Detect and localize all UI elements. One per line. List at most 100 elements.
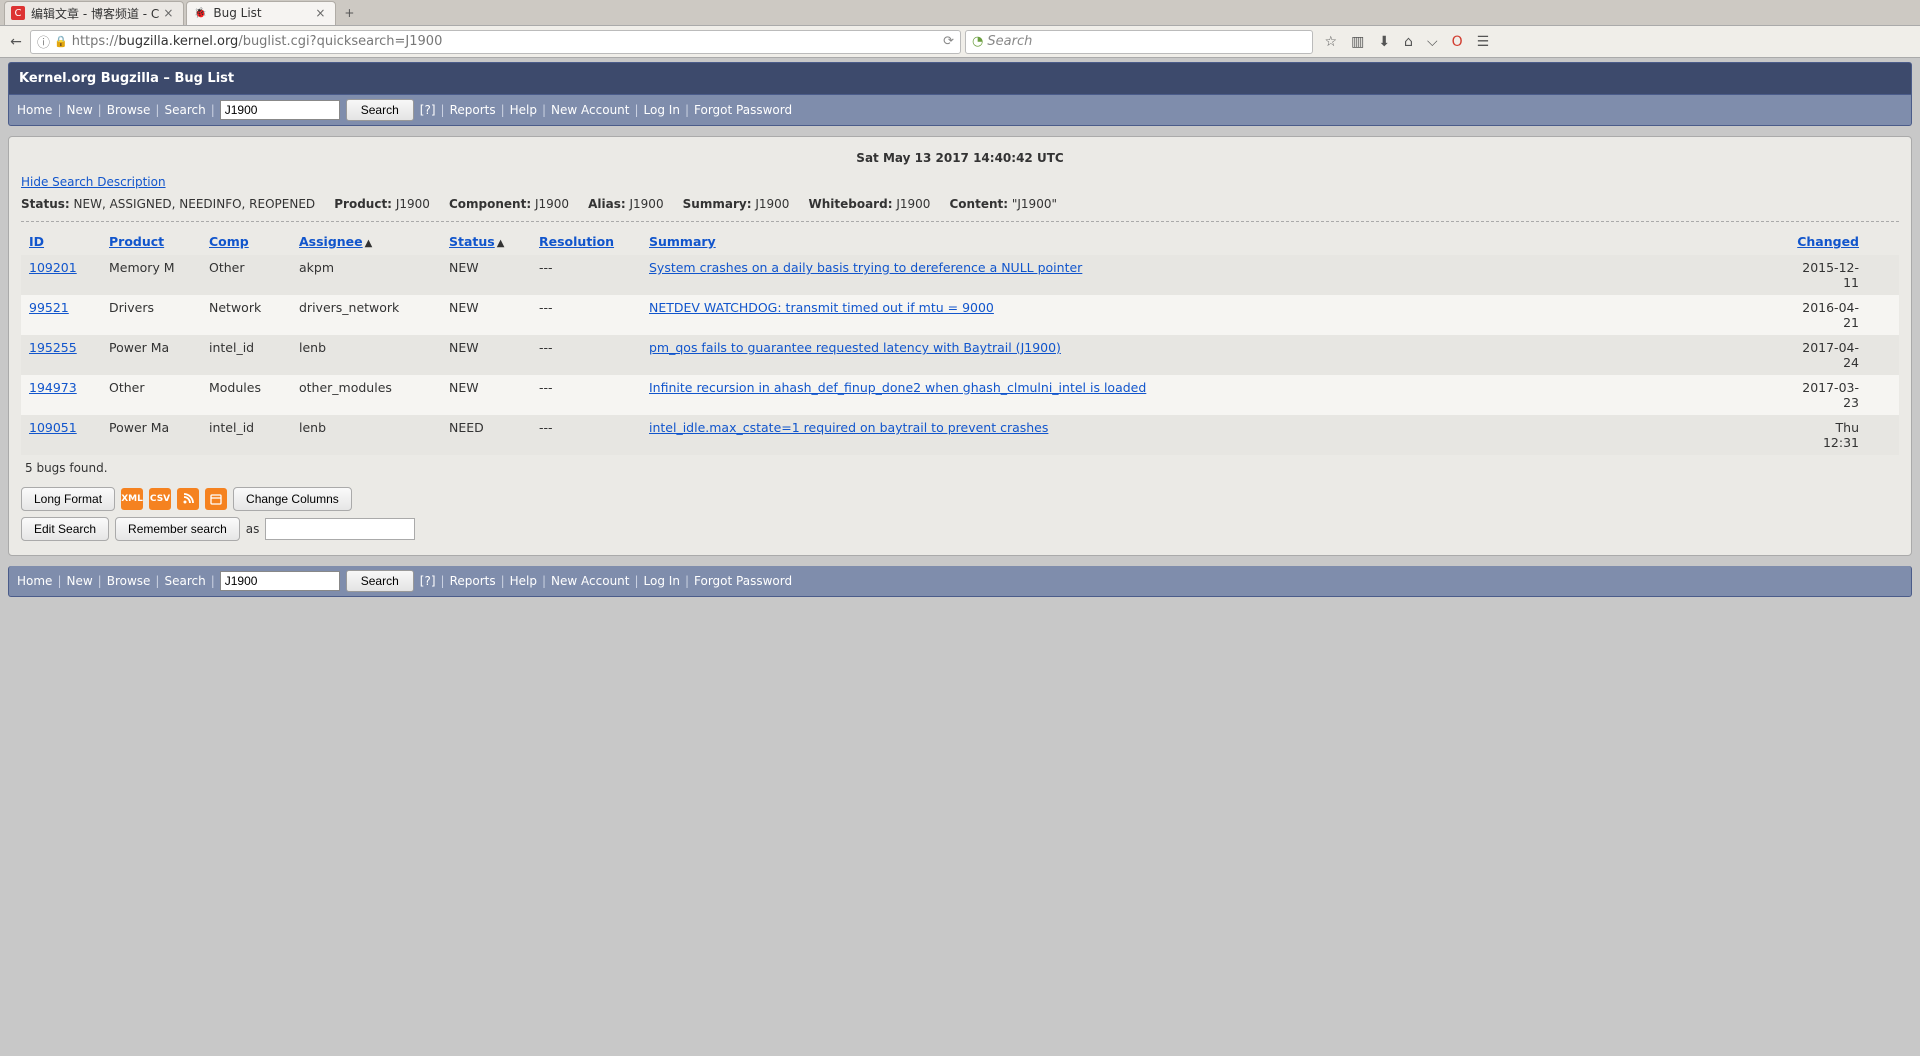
quicksearch-input[interactable] [220, 100, 340, 120]
cell-comp: Other [201, 255, 291, 295]
as-label: as [246, 522, 260, 536]
bookmark-star-icon[interactable]: ☆ [1325, 34, 1338, 50]
cell-comp: Modules [201, 375, 291, 415]
bnav-login[interactable]: Log In [644, 574, 680, 588]
col-id[interactable]: ID [21, 228, 101, 255]
tab-1-close-icon[interactable]: × [311, 6, 329, 20]
cell-status: NEED [441, 415, 531, 455]
bnav-home[interactable]: Home [17, 574, 52, 588]
cell-assignee: lenb [291, 415, 441, 455]
nav-browse[interactable]: Browse [107, 103, 151, 117]
cell-status: NEW [441, 375, 531, 415]
criteria-component: J1900 [535, 197, 569, 211]
url-input[interactable]: ⓘ 🔒 https://bugzilla.kernel.org/buglist.… [30, 30, 961, 54]
bnav-new[interactable]: New [66, 574, 92, 588]
cell-product: Power Ma [101, 335, 201, 375]
bug-summary-link[interactable]: intel_idle.max_cstate=1 required on bayt… [649, 420, 1048, 435]
bnav-search-button[interactable]: Search [346, 570, 414, 592]
cell-product: Drivers [101, 295, 201, 335]
criteria-product: J1900 [396, 197, 430, 211]
nav-help[interactable]: Help [510, 103, 537, 117]
cell-resolution: --- [531, 335, 641, 375]
new-tab-button[interactable]: + [338, 3, 360, 23]
bnav-browse[interactable]: Browse [107, 574, 151, 588]
content-box: Sat May 13 2017 14:40:42 UTC Hide Search… [8, 136, 1912, 556]
col-resolution[interactable]: Resolution [531, 228, 641, 255]
back-button[interactable]: ← [6, 32, 26, 52]
bug-id-link[interactable]: 109201 [29, 260, 77, 275]
bnav-new-account[interactable]: New Account [551, 574, 629, 588]
info-icon[interactable]: ⓘ [37, 32, 50, 51]
pocket-icon[interactable]: ⌵ [1427, 34, 1438, 50]
browser-search-input[interactable]: ◔ Search [965, 30, 1312, 54]
bug-id-link[interactable]: 195255 [29, 340, 77, 355]
xml-icon[interactable]: XML [121, 488, 143, 510]
col-assignee[interactable]: Assignee▲ [291, 228, 441, 255]
home-icon[interactable]: ⌂ [1404, 34, 1413, 50]
url-prefix: https:// [72, 34, 119, 49]
cell-changed: Thu 12:31 [1789, 415, 1899, 455]
remember-search-input[interactable] [265, 518, 415, 540]
nav-new[interactable]: New [66, 103, 92, 117]
timestamp: Sat May 13 2017 14:40:42 UTC [21, 147, 1899, 175]
nav-search-link[interactable]: Search [164, 103, 205, 117]
col-product[interactable]: Product [101, 228, 201, 255]
cell-changed: 2017-04-24 [1789, 335, 1899, 375]
col-status[interactable]: Status▲ [441, 228, 531, 255]
bug-id-link[interactable]: 99521 [29, 300, 69, 315]
nav-login[interactable]: Log In [644, 103, 680, 117]
search-button[interactable]: Search [346, 99, 414, 121]
nav-new-account[interactable]: New Account [551, 103, 629, 117]
bug-summary-link[interactable]: pm_qos fails to guarantee requested late… [649, 340, 1061, 355]
remember-search-button[interactable]: Remember search [115, 517, 240, 541]
bnav-reports[interactable]: Reports [450, 574, 496, 588]
nav-reports[interactable]: Reports [450, 103, 496, 117]
menu-icon[interactable]: ☰ [1477, 34, 1490, 50]
downloads-icon[interactable]: ⬇ [1378, 34, 1390, 50]
actions-row: Long Format XML CSV Change Columns [21, 487, 1899, 511]
bug-id-link[interactable]: 194973 [29, 380, 77, 395]
bnav-help[interactable]: Help [510, 574, 537, 588]
cell-comp: Network [201, 295, 291, 335]
cell-status: NEW [441, 255, 531, 295]
cell-status: NEW [441, 295, 531, 335]
table-row: 99521DriversNetworkdrivers_networkNEW---… [21, 295, 1899, 335]
rss-icon[interactable] [177, 488, 199, 510]
bug-summary-link[interactable]: Infinite recursion in ahash_def_finup_do… [649, 380, 1146, 395]
criteria-product-label: Product: [334, 197, 392, 211]
nav-home[interactable]: Home [17, 103, 52, 117]
criteria-summary: J1900 [755, 197, 789, 211]
criteria-content: "J1900" [1012, 197, 1057, 211]
cell-comp: intel_id [201, 415, 291, 455]
hide-search-link[interactable]: Hide Search Description [21, 175, 166, 189]
col-changed[interactable]: Changed [1789, 228, 1899, 255]
reload-icon[interactable]: ⟳ [943, 34, 954, 49]
bnav-help-q[interactable]: [?] [420, 574, 436, 588]
bnav-search-link[interactable]: Search [164, 574, 205, 588]
cell-assignee: other_modules [291, 375, 441, 415]
nav-help-q[interactable]: [?] [420, 103, 436, 117]
bug-id-link[interactable]: 109051 [29, 420, 77, 435]
tab-1[interactable]: 🐞 Bug List × [186, 1, 336, 25]
long-format-button[interactable]: Long Format [21, 487, 115, 511]
nav-forgot[interactable]: Forgot Password [694, 103, 792, 117]
bug-summary-link[interactable]: NETDEV WATCHDOG: transmit timed out if m… [649, 300, 994, 315]
opera-icon[interactable]: O [1452, 34, 1463, 50]
criteria-alias-label: Alias: [588, 197, 626, 211]
col-comp[interactable]: Comp [201, 228, 291, 255]
ical-icon[interactable] [205, 488, 227, 510]
col-summary[interactable]: Summary [641, 228, 1789, 255]
library-icon[interactable]: ▥ [1351, 34, 1364, 50]
tab-0-close-icon[interactable]: × [159, 6, 177, 20]
change-columns-button[interactable]: Change Columns [233, 487, 352, 511]
bnav-quicksearch-input[interactable] [220, 571, 340, 591]
csv-icon[interactable]: CSV [149, 488, 171, 510]
tab-0[interactable]: C 编辑文章 - 博客频道 - C × [4, 1, 184, 25]
criteria-status: NEW, ASSIGNED, NEEDINFO, REOPENED [74, 197, 316, 211]
bug-summary-link[interactable]: System crashes on a daily basis trying t… [649, 260, 1082, 275]
cell-resolution: --- [531, 255, 641, 295]
bnav-forgot[interactable]: Forgot Password [694, 574, 792, 588]
bug-table: ID Product Comp Assignee▲ Status▲ Resolu… [21, 228, 1899, 455]
cell-product: Memory M [101, 255, 201, 295]
edit-search-button[interactable]: Edit Search [21, 517, 109, 541]
